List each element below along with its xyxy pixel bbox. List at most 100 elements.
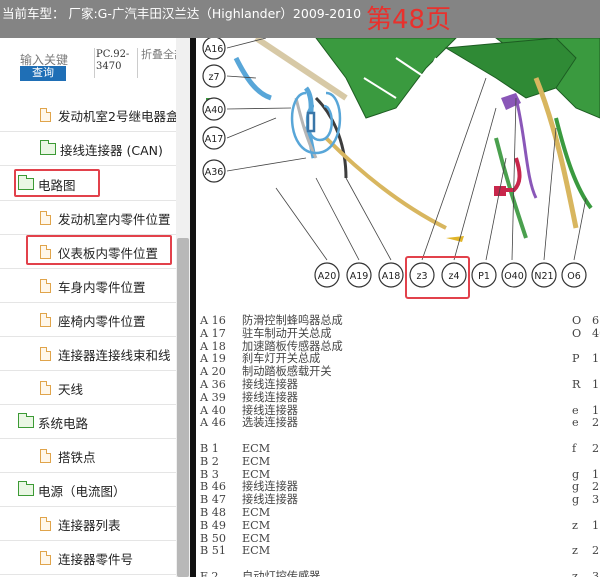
- legend-code: B 51: [200, 544, 227, 558]
- legend-right-number: 1: [592, 467, 600, 481]
- legend-right-number: 1: [592, 378, 600, 391]
- legend-description: 驻车制动开关总成: [242, 326, 332, 340]
- legend-description: 刹车灯开关总成: [242, 352, 321, 366]
- tree-item-label: 系统电路: [38, 416, 89, 431]
- tree-item-connector-list[interactable]: 连接器列表: [0, 507, 176, 541]
- legend-description: ECM: [242, 506, 271, 519]
- search-button[interactable]: 查询: [20, 66, 66, 81]
- legend-right-number: 1: [592, 403, 600, 417]
- legend-description: 接线连接器: [242, 480, 298, 494]
- callout-o6[interactable]: O6: [561, 262, 587, 288]
- legend-description: 接线连接器: [242, 493, 298, 507]
- callout-a18[interactable]: A18: [378, 262, 404, 288]
- legend-right-code: e: [572, 416, 579, 430]
- tree-item-label: 接线连接器 (CAN): [60, 143, 163, 158]
- legend-right-number: 40: [592, 326, 600, 340]
- legend-code: A 18: [200, 339, 226, 353]
- tree-item-label: 天线: [58, 382, 84, 397]
- legend-right-code: e: [572, 403, 579, 417]
- tree-item-seat-parts-location[interactable]: 座椅内零件位置: [0, 303, 176, 337]
- tree-item-label: 连接器连接线束和线: [58, 348, 171, 363]
- legend-code: B 47: [200, 493, 227, 507]
- tree-item-power-source[interactable]: 电源（电流图）: [0, 473, 176, 507]
- title-bar: 当前车型： 厂家:G-广汽丰田汉兰达（Highlander）2009-2010 …: [0, 0, 600, 38]
- legend-right-code: f: [572, 442, 577, 455]
- callout-a36[interactable]: A36: [202, 159, 226, 183]
- callout-n21[interactable]: N21: [531, 262, 557, 288]
- folder-icon: [40, 140, 56, 155]
- document-icon: [40, 449, 51, 463]
- legend-description: ECM: [242, 544, 271, 558]
- tree-item-engine-parts-location[interactable]: 发动机室内零件位置: [0, 201, 176, 235]
- callout-a20[interactable]: A20: [314, 262, 340, 288]
- tree-item-label: 连接器列表: [58, 518, 121, 533]
- legend-description: 接线连接器: [242, 378, 298, 391]
- tree-item-label: 座椅内零件位置: [58, 314, 146, 329]
- legend-right-code: O: [572, 326, 582, 340]
- svg-text:z3: z3: [416, 271, 427, 282]
- location-diagram: A16 z7 A40 A17 A36 A20 A19 A18 z3 z4 P1 …: [202, 38, 600, 299]
- legend-code: B 1: [200, 442, 219, 455]
- legend-code: A 40: [200, 403, 226, 417]
- legend-description: ECM: [242, 467, 271, 481]
- legend-right-code: g: [572, 480, 580, 494]
- document-icon: [40, 211, 51, 225]
- document-icon: [40, 381, 51, 395]
- callout-a17[interactable]: A17: [202, 126, 226, 150]
- legend-code: A 20: [200, 365, 226, 379]
- legend-right-number: 2: [592, 544, 600, 558]
- legend-right-number: 3: [592, 493, 600, 507]
- svg-text:A36: A36: [205, 167, 224, 178]
- legend-right-number: 1: [592, 518, 600, 532]
- legend-code: A 16: [200, 314, 226, 327]
- legend-description: 制动踏板感载开关: [242, 365, 332, 379]
- tree-item-label: 连接器零件号: [58, 552, 134, 567]
- sidebar: 输入关键 查询 PC.92-3470 折叠全部 发动机室2号继电器盒 接线连接器 …: [0, 38, 190, 577]
- tree-item-connector-can[interactable]: 接线连接器 (CAN): [0, 132, 176, 166]
- highlight-circuit-diagrams: [14, 169, 100, 197]
- tree-item-connector-harness[interactable]: 连接器连接线束和线: [0, 337, 176, 371]
- legend-code: A 46: [200, 416, 226, 430]
- svg-text:P1: P1: [478, 271, 490, 282]
- callout-z3[interactable]: z3: [409, 262, 435, 288]
- tree-item-label: 电源（电流图）: [38, 484, 126, 499]
- legend-code: A 36: [200, 378, 226, 391]
- legend-right-number: 2: [592, 416, 600, 430]
- callout-a19[interactable]: A19: [346, 262, 372, 288]
- callout-z7[interactable]: z7: [202, 64, 226, 88]
- tree-item-antenna[interactable]: 天线: [0, 371, 176, 405]
- legend-code: A 17: [200, 326, 226, 340]
- tree-item-label: 搭铁点: [58, 450, 96, 465]
- legend-description: ECM: [242, 518, 271, 532]
- sidebar-scroll-thumb[interactable]: [177, 238, 189, 577]
- legend-right-code: P: [572, 352, 580, 366]
- tree-item-system-circuits[interactable]: 系统电路: [0, 405, 176, 439]
- page-indicator: 第48页: [366, 5, 452, 35]
- tree-item-ground-points[interactable]: 搭铁点: [0, 439, 176, 473]
- legend-description: 加速踏板传感器总成: [242, 339, 343, 353]
- callout-z4[interactable]: z4: [441, 262, 467, 288]
- legend-code: A 39: [200, 390, 226, 404]
- tree-item-label: 发动机室2号继电器盒: [58, 109, 176, 124]
- tree-item-connector-part-number[interactable]: 连接器零件号: [0, 541, 176, 575]
- callout-p1[interactable]: P1: [471, 262, 497, 288]
- divider: [94, 48, 95, 78]
- callout-a40[interactable]: A40: [202, 97, 226, 121]
- tree-item-label: 车身内零件位置: [58, 280, 146, 295]
- bottom-callouts: A20 A19 A18 z3 z4 P1 O40 N21 O6: [314, 262, 587, 288]
- document-icon: [40, 313, 51, 327]
- left-callouts: A16 z7 A40 A17 A36: [202, 38, 226, 183]
- callout-a16[interactable]: A16: [202, 38, 226, 60]
- document-icon: [40, 108, 51, 122]
- tree-item-engine-relay-box-2[interactable]: 发动机室2号继电器盒: [0, 98, 176, 132]
- legend-description: 自动灯控传感器: [242, 570, 321, 577]
- svg-text:z7: z7: [208, 72, 219, 83]
- tree-item-body-parts-location[interactable]: 车身内零件位置: [0, 269, 176, 303]
- legend-code: B 50: [200, 531, 227, 545]
- legend-description: 接线连接器: [242, 390, 298, 404]
- legend-right-code: z: [572, 518, 578, 532]
- legend-right-code: O: [572, 314, 582, 327]
- legend-code: A 19: [200, 352, 226, 366]
- callout-o40[interactable]: O40: [501, 262, 527, 288]
- legend-right-number: 6: [592, 314, 600, 327]
